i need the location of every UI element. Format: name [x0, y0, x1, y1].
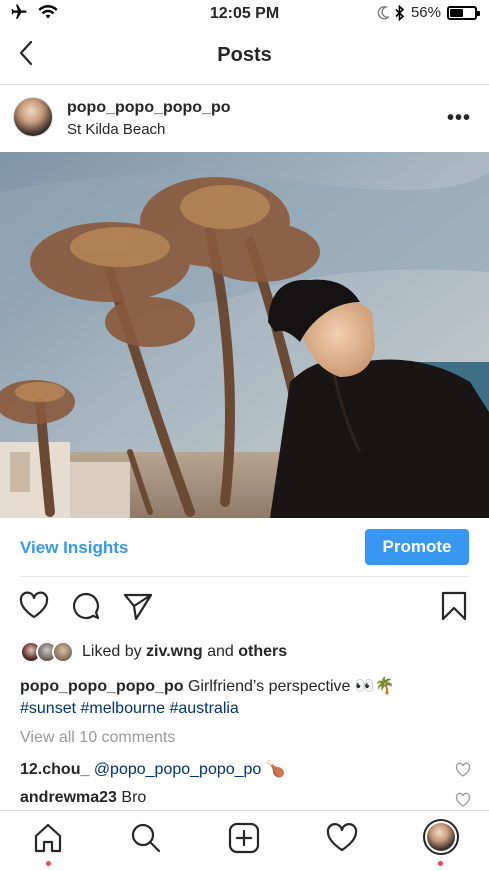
divider	[20, 576, 469, 577]
search-icon[interactable]	[129, 821, 163, 855]
nav-bar: Posts	[0, 28, 489, 85]
likes-conjunction: and	[207, 643, 234, 660]
comment-row: andrewma23 Bro	[20, 789, 146, 807]
likes-others-link[interactable]: others	[238, 643, 287, 660]
hashtag[interactable]: #melbourne	[81, 700, 166, 717]
comment-username[interactable]: 12.chou_	[20, 761, 89, 778]
add-post-icon[interactable]	[227, 821, 261, 855]
likes-prefix: Liked by	[82, 643, 142, 660]
hashtag[interactable]: #sunset	[20, 700, 76, 717]
profile-avatar[interactable]	[423, 819, 459, 855]
home-icon[interactable]	[31, 821, 65, 855]
status-right: 56%	[377, 4, 480, 21]
caption-text: Girlfriend’s perspective 👀🌴	[187, 678, 395, 695]
comment-text: 🍗	[265, 761, 286, 778]
post-actions	[0, 588, 489, 628]
comment-text: Bro	[121, 789, 147, 806]
battery-icon	[447, 5, 480, 20]
photo-illustration	[0, 152, 489, 518]
likes-row[interactable]: Liked by ziv.wng and others	[20, 640, 287, 664]
home-notification-dot	[46, 861, 51, 866]
bookmark-icon[interactable]	[438, 590, 470, 622]
comment-row: 12.chou_ @popo_popo_popo_po 🍗	[20, 759, 286, 779]
page-title: Posts	[217, 44, 272, 66]
bluetooth-icon	[395, 4, 405, 21]
liker-avatar	[52, 641, 74, 663]
view-all-comments-link[interactable]: View all 10 comments	[20, 729, 175, 747]
avatar[interactable]	[13, 97, 53, 137]
insights-row: View Insights Promote	[0, 518, 489, 576]
activity-heart-icon[interactable]	[325, 821, 359, 855]
battery-fill	[450, 8, 464, 17]
comment-like-heart-icon[interactable]	[455, 792, 471, 808]
post-location[interactable]: St Kilda Beach	[67, 121, 165, 138]
heart-icon[interactable]	[18, 590, 50, 622]
profile-notification-dot	[438, 861, 443, 866]
bottom-tab-bar	[0, 810, 489, 871]
more-options-icon[interactable]: •••	[447, 107, 471, 130]
promote-button[interactable]: Promote	[365, 529, 469, 565]
comment-icon[interactable]	[70, 590, 102, 622]
post-photo[interactable]	[0, 152, 489, 518]
post-header: popo_popo_popo_po St Kilda Beach •••	[0, 85, 489, 151]
comment-username[interactable]: andrewma23	[20, 789, 117, 806]
post-username[interactable]: popo_popo_popo_po	[67, 99, 231, 117]
view-insights-link[interactable]: View Insights	[20, 538, 128, 558]
hashtag[interactable]: #australia	[169, 700, 238, 717]
liker-username[interactable]: ziv.wng	[146, 643, 203, 660]
comment-like-heart-icon[interactable]	[455, 762, 471, 778]
share-icon[interactable]	[122, 590, 154, 622]
likes-text: Liked by ziv.wng and others	[82, 643, 287, 661]
comment-mention[interactable]: @popo_popo_popo_po	[94, 761, 262, 778]
status-bar: 12:05 PM 56%	[0, 0, 489, 28]
battery-percent: 56%	[410, 4, 441, 21]
post-caption: popo_popo_popo_po Girlfriend’s perspecti…	[20, 676, 470, 720]
moon-icon	[377, 5, 389, 19]
caption-username[interactable]: popo_popo_popo_po	[20, 678, 184, 695]
